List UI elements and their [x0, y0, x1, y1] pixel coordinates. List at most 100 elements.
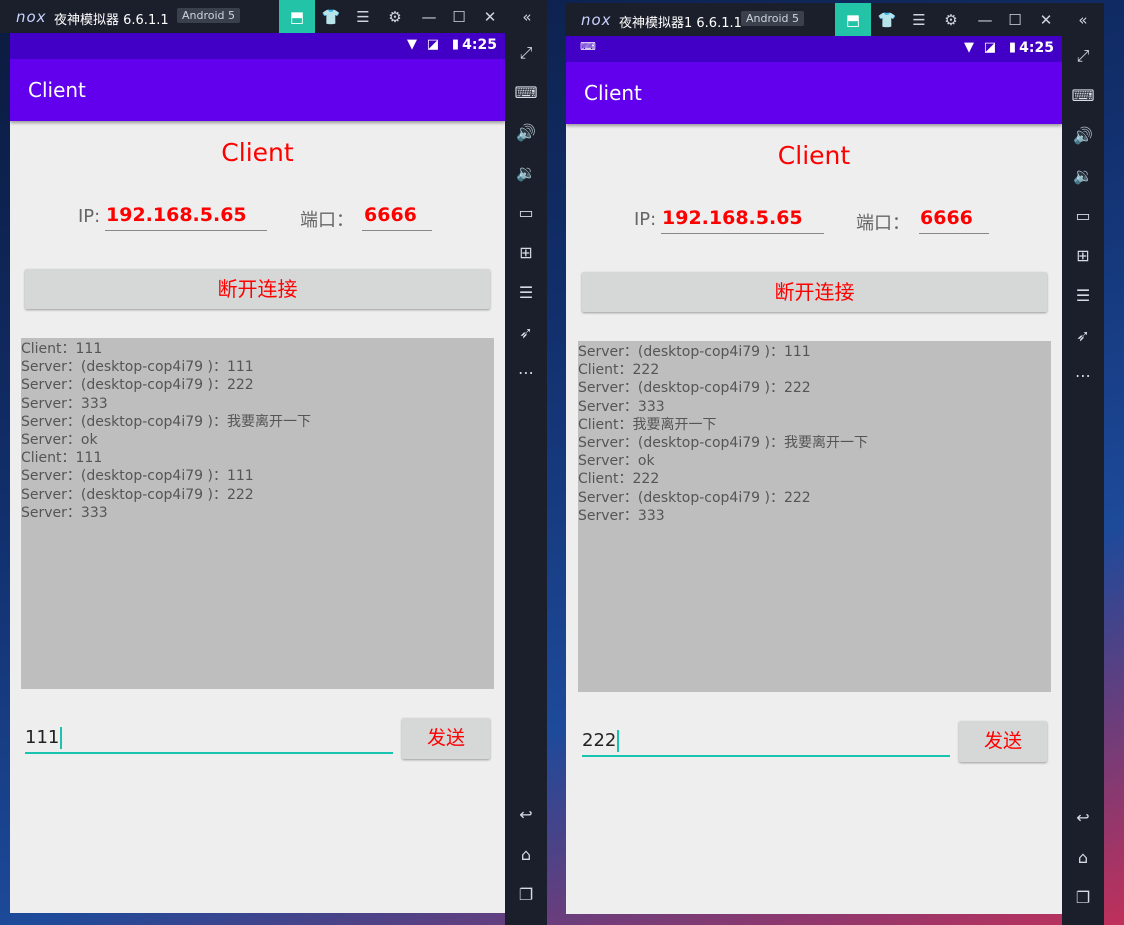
message-input-value: 222 [582, 730, 617, 751]
send-button[interactable]: 发送 [402, 718, 490, 759]
log-line: Server：(desktop-cop4i79 )：222 [578, 380, 811, 397]
battery-icon: ▮ [1008, 40, 1016, 55]
back-icon[interactable]: ↩ [1062, 803, 1104, 831]
keyboard-icon[interactable]: ⌨ [505, 78, 547, 106]
window-title: 夜神模拟器1 6.6.1.1 [619, 16, 742, 31]
port-underline [919, 233, 989, 234]
screen-icon[interactable]: ▭ [505, 198, 547, 226]
status-time: 4:25 [462, 37, 497, 53]
recents-icon[interactable]: ❐ [505, 880, 547, 908]
port-input[interactable]: 6666 [920, 207, 973, 229]
volume-down-icon[interactable]: 🔉 [1062, 161, 1104, 189]
log-lines: Client：111 Server：(desktop-cop4i79 )：111 S… [21, 340, 494, 522]
message-input-value: 111 [25, 727, 60, 748]
wifi-icon: ▼ [964, 40, 974, 55]
multi-instance-icon[interactable]: ☰ [1062, 281, 1104, 309]
window-title: 夜神模拟器 6.6.1.1 [54, 13, 169, 28]
apk-install-icon[interactable]: ⊞ [1062, 241, 1104, 269]
emulator-window-1: nox 夜神模拟器 6.6.1.1 Android 5 ⬒ 👕 ☰ ⚙ — ☐ … [0, 0, 547, 925]
log-line: Server：(desktop-cop4i79 )：我要离开一下 [21, 413, 311, 430]
fullscreen-icon[interactable]: ⤢ [1062, 42, 1104, 70]
title-bar: nox 夜神模拟器 6.6.1.1 Android 5 ⬒ 👕 ☰ ⚙ — ☐ … [0, 0, 547, 33]
no-sim-icon: ◪ [426, 37, 439, 52]
emulator-sidebar: ⤢ ⌨ 🔊 🔉 ▭ ⊞ ☰ ➶ ⋯ ↩ ⌂ ❐ [1062, 36, 1104, 925]
app-title: Client [28, 78, 86, 102]
title-bar: nox 夜神模拟器1 6.6.1.1 Android 5 ⬒ 👕 ☰ ⚙ — ☐… [565, 3, 1104, 36]
menu-icon[interactable]: ☰ [901, 3, 937, 36]
home-icon[interactable]: ⌂ [505, 840, 547, 868]
nox-logo: nox [16, 8, 47, 26]
text-caret [617, 730, 620, 752]
port-label: 端口： [300, 210, 354, 231]
no-sim-icon: ◪ [983, 40, 996, 55]
android-version-badge: Android 5 [177, 8, 241, 23]
apk-install-icon[interactable]: ⊞ [505, 238, 547, 266]
android-version-badge: Android 5 [741, 11, 805, 26]
log-line: Client：我要离开一下 [578, 416, 717, 433]
volume-up-icon[interactable]: 🔊 [505, 118, 547, 146]
log-line: Server：(desktop-cop4i79 )：我要离开一下 [578, 435, 868, 452]
ip-input[interactable]: 192.168.5.65 [106, 204, 247, 226]
settings-icon[interactable]: ⚙ [933, 3, 969, 36]
store-icon[interactable]: ⬒ [835, 3, 871, 36]
log-lines: Server：(desktop-cop4i79 )：111 Client：222 S… [578, 343, 1051, 525]
message-input[interactable]: 111 [25, 727, 63, 749]
app-bar: Client [566, 62, 1062, 124]
message-input[interactable]: 222 [582, 730, 620, 752]
message-log: Server：(desktop-cop4i79 )：111 Client：222 S… [578, 341, 1051, 692]
log-line: Client：222 [578, 471, 660, 488]
nox-logo: nox [581, 11, 612, 29]
screen-icon[interactable]: ▭ [1062, 201, 1104, 229]
shirt-icon[interactable]: 👕 [313, 0, 349, 33]
rocket-icon[interactable]: ➶ [1062, 321, 1104, 349]
keyboard-notification-icon: ⌨ [580, 40, 596, 53]
collapse-icon[interactable]: « [1065, 3, 1101, 36]
ip-underline [661, 233, 824, 234]
emulator-sidebar: ⤢ ⌨ 🔊 🔉 ▭ ⊞ ☰ ➶ ⋯ ↩ ⌂ ❐ [505, 33, 547, 925]
multi-instance-icon[interactable]: ☰ [505, 278, 547, 306]
fullscreen-icon[interactable]: ⤢ [505, 39, 547, 67]
more-icon[interactable]: ⋯ [505, 358, 547, 386]
back-icon[interactable]: ↩ [505, 800, 547, 828]
log-line: Client：222 [578, 362, 660, 379]
log-line: Server：(desktop-cop4i79 )：222 [578, 489, 811, 506]
port-input[interactable]: 6666 [364, 204, 417, 226]
message-input-underline [25, 752, 393, 754]
disconnect-button[interactable]: 断开连接 [25, 269, 490, 309]
keyboard-icon[interactable]: ⌨ [1062, 81, 1104, 109]
collapse-icon[interactable]: « [509, 0, 545, 33]
shirt-icon[interactable]: 👕 [869, 3, 905, 36]
disconnect-button[interactable]: 断开连接 [582, 272, 1047, 312]
log-line: Server：333 [21, 504, 108, 521]
menu-icon[interactable]: ☰ [345, 0, 381, 33]
send-button[interactable]: 发送 [959, 721, 1047, 762]
text-caret [60, 727, 63, 749]
more-icon[interactable]: ⋯ [1062, 361, 1104, 389]
status-time: 4:25 [1019, 40, 1054, 56]
volume-up-icon[interactable]: 🔊 [1062, 121, 1104, 149]
app-bar: Client [10, 59, 505, 121]
page-heading: Client [777, 141, 851, 170]
recents-icon[interactable]: ❐ [1062, 883, 1104, 911]
log-line: Server：333 [578, 398, 665, 415]
log-line: Server：(desktop-cop4i79 )：222 [21, 377, 254, 394]
settings-icon[interactable]: ⚙ [377, 0, 413, 33]
wifi-icon: ▼ [407, 37, 417, 52]
volume-down-icon[interactable]: 🔉 [505, 158, 547, 186]
log-line: Server：(desktop-cop4i79 )：111 [21, 468, 254, 485]
log-line: Server：ok [578, 453, 655, 470]
ip-label: IP: [78, 206, 101, 227]
ip-underline [105, 230, 267, 231]
port-label: 端口： [856, 213, 910, 234]
log-line: Server：(desktop-cop4i79 )：111 [578, 344, 811, 360]
close-icon[interactable]: ✕ [1028, 3, 1064, 36]
page-heading: Client [221, 138, 294, 167]
ip-input[interactable]: 192.168.5.65 [662, 207, 803, 229]
close-icon[interactable]: ✕ [472, 0, 508, 33]
log-line: Server：(desktop-cop4i79 )：111 [21, 359, 254, 376]
status-bar: ▼ ◪ ▮ 4:25 [10, 33, 505, 59]
port-underline [362, 230, 432, 231]
home-icon[interactable]: ⌂ [1062, 843, 1104, 871]
rocket-icon[interactable]: ➶ [505, 318, 547, 346]
store-icon[interactable]: ⬒ [279, 0, 315, 33]
